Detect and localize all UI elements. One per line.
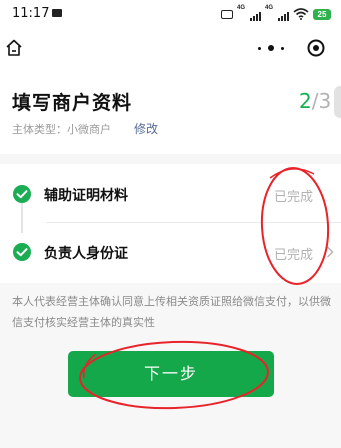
step-item-supporting-materials[interactable]: 辅助证明材料 已完成 [0, 174, 341, 214]
step-item-status: 已完成 [274, 190, 314, 205]
check-circle-icon [13, 185, 31, 203]
next-step-button[interactable]: 下一步 [68, 351, 274, 397]
row-divider [46, 222, 341, 223]
status-indicators: 4G 4G 25 [217, 5, 331, 22]
home-icon[interactable] [4, 38, 24, 58]
step-current: 2 [299, 89, 312, 113]
status-time: 11:17 [12, 6, 50, 21]
battery-icon: 25 [313, 8, 331, 20]
chevron-right-icon [327, 246, 334, 258]
page-title: 填写商户资料 [12, 92, 133, 114]
signal-label: 4G [237, 5, 246, 11]
side-handle [334, 86, 341, 118]
check-circle-icon [13, 243, 31, 261]
signal-icon: 4G [237, 5, 261, 21]
notification-icon [52, 9, 62, 17]
sim-icon [221, 9, 233, 19]
close-icon[interactable] [306, 38, 326, 58]
section-divider [0, 154, 341, 164]
modify-link[interactable]: 修改 [134, 120, 158, 137]
step-item-status: 已完成 [274, 248, 314, 263]
step-total: /3 [311, 89, 332, 113]
subject-type-label: 主体类型：小微商户 [12, 123, 111, 136]
disclaimer-text: 本人代表经营主体确认同意上传相关资质证照给微信支付，以供微信支付核实经营主体的真… [12, 295, 331, 329]
status-bar: 11:17 4G 4G 25 [0, 0, 341, 28]
signal-label: 4G [265, 5, 274, 11]
signal-icon: 4G [265, 5, 289, 21]
step-item-id-card[interactable]: 负责人身份证 已完成 [0, 232, 341, 272]
nav-bar [0, 30, 341, 66]
step-item-label: 辅助证明材料 [44, 188, 128, 204]
step-indicator: 2/3 [299, 89, 331, 113]
more-icon[interactable] [258, 40, 284, 56]
step-item-label: 负责人身份证 [44, 246, 128, 262]
wifi-icon [293, 8, 309, 20]
